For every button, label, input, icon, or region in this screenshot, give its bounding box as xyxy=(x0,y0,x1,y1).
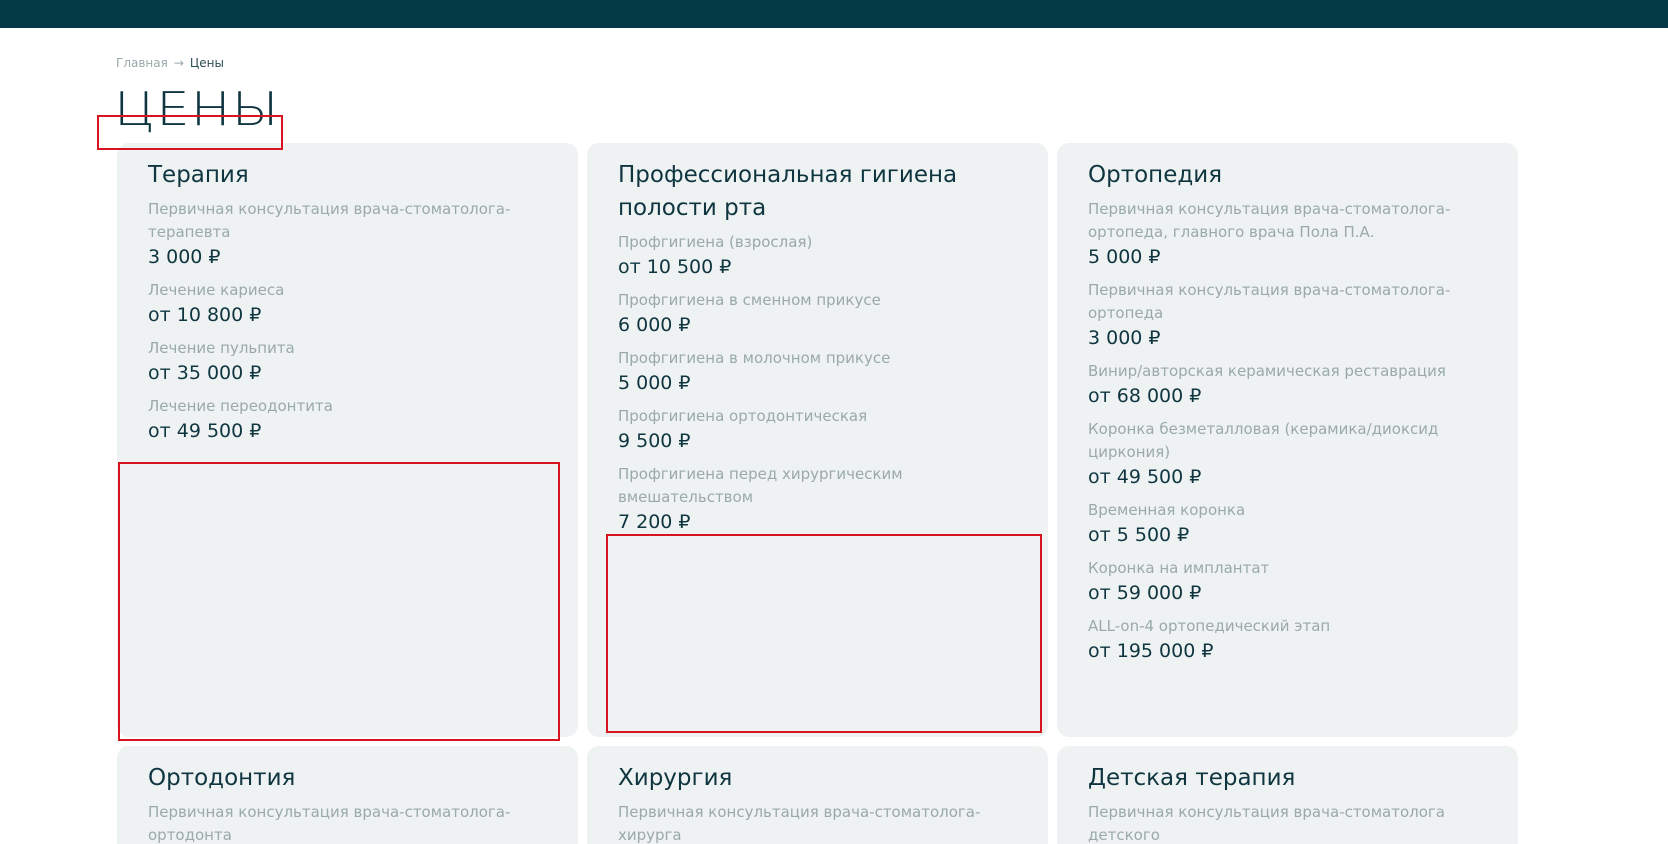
service-name: Лечение пульпита xyxy=(148,339,295,357)
price-item: Профгигиена в сменном прикусе 6 000 ₽ xyxy=(618,289,1017,337)
service-name: Лечение переодонтита xyxy=(148,397,333,415)
service-name: Коронка на имплантат xyxy=(1088,559,1270,577)
price-card-surgery: Хирургия Первичная консультация врача-ст… xyxy=(587,746,1048,844)
service-name: Лечение кариеса xyxy=(148,281,285,299)
service-price: от 35 000 ₽ xyxy=(148,362,262,384)
breadcrumb-home-link[interactable]: Главная xyxy=(116,56,168,70)
price-grid: Терапия Первичная консультация врача-сто… xyxy=(117,143,1518,844)
price-card-orthopedics: Ортопедия Первичная консультация врача-с… xyxy=(1057,143,1518,737)
price-item: Коронка на имплантат от 59 000 ₽ xyxy=(1088,557,1487,605)
page-title: ЦЕНЫ xyxy=(114,82,280,136)
price-item: Профгигиена в молочном прикусе 5 000 ₽ xyxy=(618,347,1017,395)
price-item: Временная коронка от 5 500 ₽ xyxy=(1088,499,1487,547)
service-price: 7 200 ₽ xyxy=(618,511,691,533)
service-name: Первичная консультация врача-стоматолога… xyxy=(618,803,981,844)
service-name: Профгигиена ортодонтическая xyxy=(618,407,868,425)
price-item: Первичная консультация врача-стоматолога… xyxy=(618,801,1017,844)
price-item: Лечение пульпита от 35 000 ₽ xyxy=(148,337,547,385)
service-name: Первичная консультация врача-стоматолога… xyxy=(148,803,511,844)
breadcrumb: Главная → Цены xyxy=(116,56,224,70)
service-name: Первичная консультация врача-стоматолога… xyxy=(1088,200,1451,241)
card-title: Ортодонтия xyxy=(148,765,296,791)
price-item: Лечение кариеса от 10 800 ₽ xyxy=(148,279,547,327)
price-item: Лечение переодонтита от 49 500 ₽ xyxy=(148,395,547,443)
service-price: от 59 000 ₽ xyxy=(1088,582,1202,604)
service-price: от 10 500 ₽ xyxy=(618,256,732,278)
service-name: Первичная консультация врача-стоматолога… xyxy=(1088,281,1451,322)
card-title: Терапия xyxy=(148,162,249,188)
price-card-hygiene: Профессиональная гигиена полости рта Про… xyxy=(587,143,1048,737)
price-card-therapy: Терапия Первичная консультация врача-сто… xyxy=(117,143,578,737)
site-header xyxy=(0,0,1668,28)
price-item: Первичная консультация врача-стоматолога… xyxy=(148,801,547,844)
service-price: 6 000 ₽ xyxy=(618,314,691,336)
card-title: Профессиональная гигиена полости рта xyxy=(618,162,958,221)
service-price: от 195 000 ₽ xyxy=(1088,640,1214,662)
service-name: Коронка безметалловая (керамика/диоксид … xyxy=(1088,420,1439,461)
service-name: Профгигиена перед хирургическим вмешател… xyxy=(618,465,903,506)
service-price: 3 000 ₽ xyxy=(148,246,221,268)
service-name: Профгигиена в сменном прикусе xyxy=(618,291,881,309)
service-price: 3 000 ₽ xyxy=(1088,327,1161,349)
service-price: от 49 500 ₽ xyxy=(1088,466,1202,488)
card-title: Ортопедия xyxy=(1088,162,1223,188)
price-item: Первичная консультация врача-стоматолога… xyxy=(148,198,547,269)
service-name: Первичная консультация врача-стоматолога… xyxy=(1088,803,1445,844)
service-name: Винир/авторская керамическая реставрация xyxy=(1088,362,1446,380)
service-price: от 5 500 ₽ xyxy=(1088,524,1190,546)
price-item: Коронка безметалловая (керамика/диоксид … xyxy=(1088,418,1487,489)
arrow-right-icon: → xyxy=(173,56,184,70)
service-name: Первичная консультация врача-стоматолога… xyxy=(148,200,511,241)
price-item: Первичная консультация врача-стоматолога… xyxy=(1088,801,1487,844)
service-price: от 49 500 ₽ xyxy=(148,420,262,442)
breadcrumb-current: Цены xyxy=(189,56,224,70)
price-card-orthodontics: Ортодонтия Первичная консультация врача-… xyxy=(117,746,578,844)
card-title: Детская терапия xyxy=(1088,765,1296,791)
price-item: Первичная консультация врача-стоматолога… xyxy=(1088,198,1487,269)
service-price: от 10 800 ₽ xyxy=(148,304,262,326)
service-name: Профгигиена (взрослая) xyxy=(618,233,813,251)
price-item: Первичная консультация врача-стоматолога… xyxy=(1088,279,1487,350)
price-item: Профгигиена ортодонтическая 9 500 ₽ xyxy=(618,405,1017,453)
service-price: 9 500 ₽ xyxy=(618,430,691,452)
service-name: ALL-on-4 ортопедический этап xyxy=(1088,617,1331,635)
card-title: Хирургия xyxy=(618,765,733,791)
service-name: Временная коронка xyxy=(1088,501,1246,519)
price-item: Профгигиена перед хирургическим вмешател… xyxy=(618,463,1017,534)
price-item: ALL-on-4 ортопедический этап от 195 000 … xyxy=(1088,615,1487,663)
price-item: Винир/авторская керамическая реставрация… xyxy=(1088,360,1487,408)
price-item: Профгигиена (взрослая) от 10 500 ₽ xyxy=(618,231,1017,279)
service-price: 5 000 ₽ xyxy=(618,372,691,394)
service-price: 5 000 ₽ xyxy=(1088,246,1161,268)
price-card-kids-therapy: Детская терапия Первичная консультация в… xyxy=(1057,746,1518,844)
service-price: от 68 000 ₽ xyxy=(1088,385,1202,407)
service-name: Профгигиена в молочном прикусе xyxy=(618,349,891,367)
